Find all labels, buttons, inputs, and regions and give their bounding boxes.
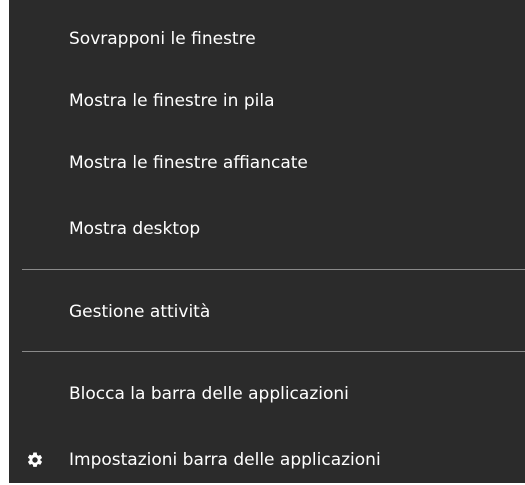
menu-item-lock-taskbar[interactable]: Blocca la barra delle applicazioni <box>9 369 525 419</box>
menu-item-label: Mostra le finestre in pila <box>69 91 275 111</box>
menu-item-cascade-windows[interactable]: Sovrapponi le finestre <box>9 14 525 64</box>
menu-item-label: Mostra le finestre affiancate <box>69 153 308 173</box>
menu-item-label: Blocca la barra delle applicazioni <box>69 384 349 404</box>
menu-item-label: Impostazioni barra delle applicazioni <box>69 450 381 470</box>
taskbar-context-menu: Sovrapponi le finestre Mostra le finestr… <box>9 0 525 483</box>
menu-item-label: Sovrapponi le finestre <box>69 29 256 49</box>
menu-item-label: Gestione attività <box>69 302 211 322</box>
menu-item-stack-windows[interactable]: Mostra le finestre in pila <box>9 76 525 126</box>
menu-item-task-manager[interactable]: Gestione attività <box>9 287 525 337</box>
menu-item-label: Mostra desktop <box>69 219 201 239</box>
menu-separator <box>22 351 525 352</box>
menu-item-side-by-side-windows[interactable]: Mostra le finestre affiancate <box>9 138 525 188</box>
menu-separator <box>22 269 525 270</box>
menu-item-show-desktop[interactable]: Mostra desktop <box>9 204 525 254</box>
gear-icon <box>26 451 44 469</box>
menu-item-taskbar-settings[interactable]: Impostazioni barra delle applicazioni <box>9 435 525 485</box>
